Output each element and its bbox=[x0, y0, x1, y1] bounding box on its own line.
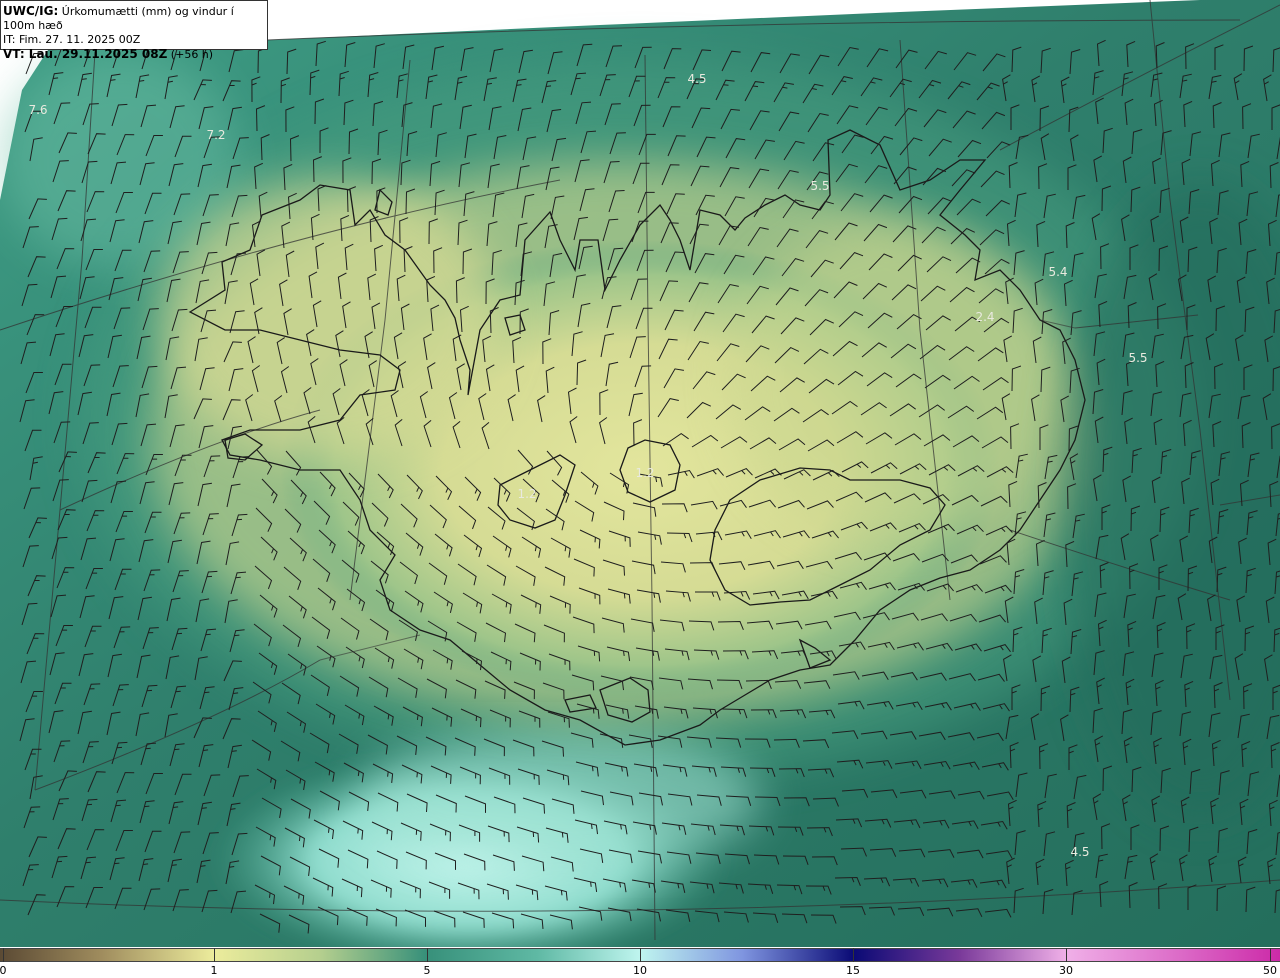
colorbar-tick-label: 10 bbox=[633, 964, 647, 977]
map-value-label: 1.2 bbox=[517, 487, 537, 501]
map-value-label: 1.2 bbox=[635, 466, 655, 480]
map-value-label: 7.2 bbox=[206, 128, 226, 142]
colorbar-tick-label: 0 bbox=[0, 964, 7, 977]
colorbar-tick-mark bbox=[640, 948, 641, 962]
product-title: UWC/IG: Úrkomumætti (mm) og vindur í 100… bbox=[3, 4, 234, 32]
colorbar-tick-label: 1 bbox=[210, 964, 218, 977]
forecast-map: 7.6 7.2 4.5 5.5 5.4 2.4 5.5 1.2 1.2 4.5 UWC/IG: Ú… bbox=[0, 0, 1280, 947]
colorbar-tick-mark bbox=[427, 948, 428, 962]
colorbar-tick-label: 30 bbox=[1059, 964, 1073, 977]
map-value-label: 5.5 bbox=[1128, 351, 1148, 365]
colorbar-tick-mark bbox=[214, 948, 215, 962]
map-value-label: 4.5 bbox=[687, 72, 707, 86]
map-value-label: 2.4 bbox=[975, 310, 995, 324]
colorbar-tick-label: 15 bbox=[846, 964, 860, 977]
map-value-label: 4.5 bbox=[1070, 845, 1090, 859]
colorbar-tick-mark bbox=[853, 948, 854, 962]
colorbar-tick-mark bbox=[3, 948, 4, 962]
map-value-label: 7.6 bbox=[28, 103, 48, 117]
map-value-label: 5.5 bbox=[810, 179, 830, 193]
map-value-label: 5.4 bbox=[1048, 265, 1068, 279]
colorbar-legend: 0 1 5 10 15 30 50 bbox=[0, 947, 1280, 978]
colorbar-tick-label: 5 bbox=[423, 964, 431, 977]
colorbar-tick-label: 50 bbox=[1263, 964, 1277, 977]
valid-time: VT: Lau. 29.11.2025 08Z (+56 h) bbox=[3, 47, 214, 61]
map-title-box: UWC/IG: Úrkomumætti (mm) og vindur í 100… bbox=[0, 0, 268, 61]
initial-time: IT: Fim. 27. 11. 2025 00Z bbox=[3, 33, 141, 46]
colorbar-tick-mark bbox=[1066, 948, 1067, 962]
colorbar-tick-mark bbox=[1270, 948, 1271, 962]
